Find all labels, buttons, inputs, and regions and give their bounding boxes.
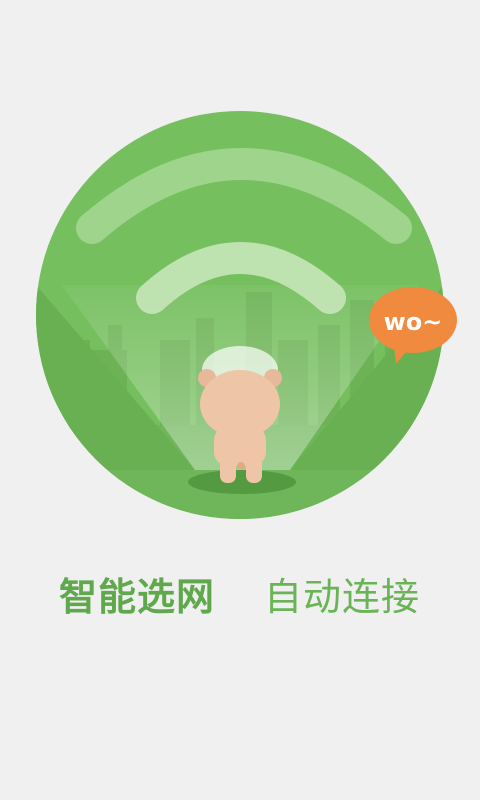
splash-screen: wo~ 智能选网 自动连接	[0, 0, 480, 800]
badge-text: wo~	[384, 308, 443, 336]
splash-illustration: wo~	[36, 111, 457, 519]
tagline-smart-network: 智能选网	[59, 575, 216, 619]
tagline-auto-connect: 自动连接	[264, 575, 421, 619]
tagline: 智能选网 自动连接	[0, 566, 480, 622]
